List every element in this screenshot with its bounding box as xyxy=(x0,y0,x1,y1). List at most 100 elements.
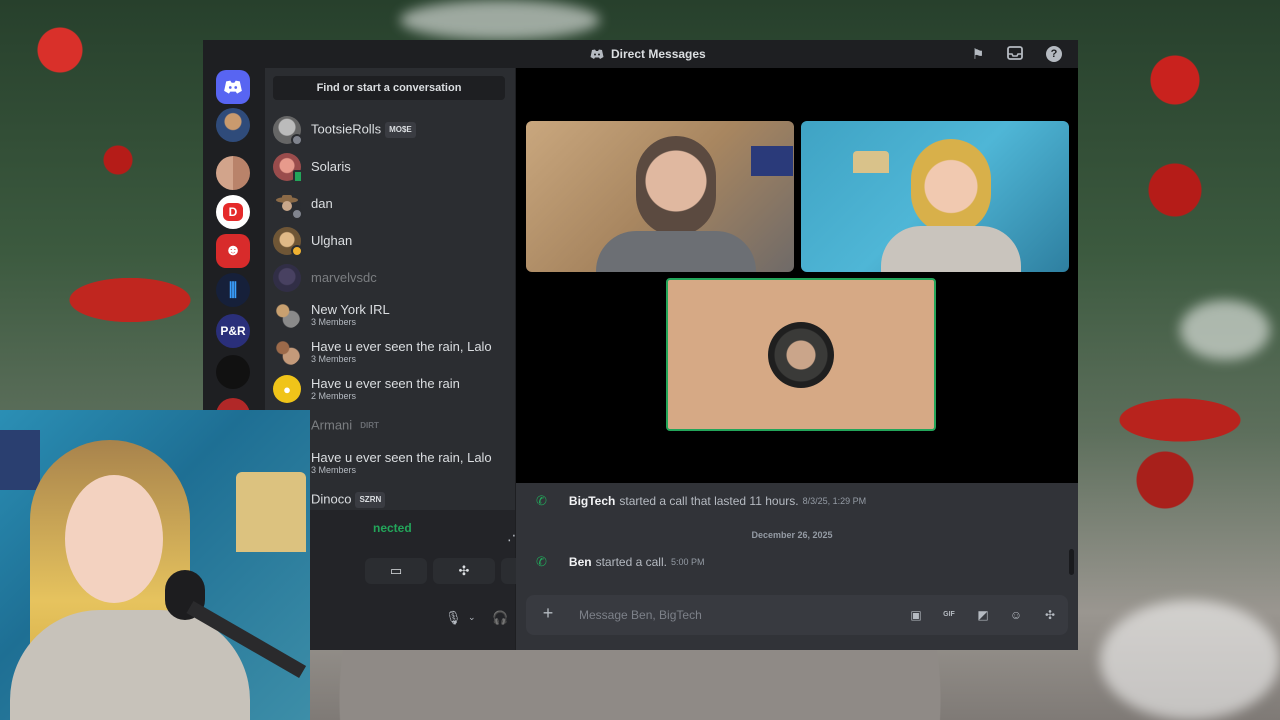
help-icon[interactable]: ? xyxy=(1046,46,1062,62)
lamp-image xyxy=(853,151,889,173)
background-decor xyxy=(1100,600,1280,720)
sticker-icon[interactable]: ◩ xyxy=(975,607,991,623)
server-icon[interactable]: ☻ xyxy=(216,234,250,268)
call-message: ✆ Ben started a call. 5:00 PM xyxy=(536,554,704,570)
video-tile-participant[interactable] xyxy=(801,121,1069,272)
message-text: started a call that lasted 11 hours. xyxy=(619,494,799,508)
member-count: 3 Members xyxy=(311,465,357,475)
server-icon[interactable] xyxy=(216,156,250,190)
dm-item-group[interactable]: ● Have u ever seen the rain 2 Members xyxy=(273,372,513,406)
devil-face-icon: ☻ xyxy=(224,242,242,259)
server-icon[interactable]: P&R xyxy=(216,314,250,348)
participant-head xyxy=(636,136,716,236)
screen-share-button[interactable]: ▭ xyxy=(365,558,427,584)
dm-name: Solaris xyxy=(311,159,351,174)
avatar xyxy=(273,264,301,292)
video-tile-bigtech[interactable] xyxy=(526,121,794,272)
voice-status: nected xyxy=(373,521,412,535)
clan-tag: DIRT xyxy=(360,421,379,430)
dm-name: Dinoco xyxy=(311,491,352,507)
member-count: 2 Members xyxy=(311,391,357,401)
participant-body xyxy=(881,226,1021,272)
scrollbar[interactable] xyxy=(1069,549,1074,575)
dm-name: Have u ever seen the rain, Lalo xyxy=(311,339,492,354)
server-icon[interactable] xyxy=(216,355,250,389)
discord-logo-icon xyxy=(224,80,242,94)
call-area xyxy=(516,68,1078,483)
flag-icon[interactable]: ⚑ xyxy=(970,46,986,62)
phone-icon: ✆ xyxy=(536,554,547,569)
microphone-icon[interactable]: 🎙 xyxy=(445,610,462,626)
status-dot xyxy=(291,208,303,220)
activities-button[interactable]: ✣ xyxy=(433,558,495,584)
dm-name: Armani xyxy=(311,417,353,433)
add-attachment-icon[interactable]: + xyxy=(540,604,556,622)
status-dot xyxy=(291,245,303,257)
clan-tag: SZRN xyxy=(355,492,386,508)
title-bar: Direct Messages ⚑ ? xyxy=(203,40,1078,68)
chevron-down-icon[interactable]: ⌄ xyxy=(468,612,476,623)
home-button[interactable] xyxy=(216,70,250,104)
server-icon[interactable]: D xyxy=(216,195,250,229)
discord-window: Direct Messages ⚑ ? D ☻ ⫼ P&R Find or st… xyxy=(203,40,1078,650)
message-input[interactable]: Message Ben, BigTech xyxy=(579,608,702,622)
message-author[interactable]: Ben xyxy=(569,555,592,569)
dm-name: TootsieRolls xyxy=(311,121,382,137)
monitor-image xyxy=(751,146,793,176)
dm-name: Ulghan xyxy=(311,233,353,248)
lamp-image xyxy=(236,472,306,552)
clan-tag: MO$E xyxy=(385,122,416,138)
group-icon: ● xyxy=(283,381,291,397)
participant-body xyxy=(596,231,756,272)
dm-name: Have u ever seen the rain xyxy=(311,376,460,391)
emoji-icon[interactable]: ☺ xyxy=(1008,607,1024,623)
dm-item-solaris[interactable]: Solaris xyxy=(273,150,513,184)
mobile-status-icon xyxy=(293,170,303,183)
group-avatar: ● xyxy=(273,375,301,403)
shelf-image xyxy=(0,430,40,490)
dm-item-dan[interactable]: dan xyxy=(273,187,513,221)
message-composer: + Message Ben, BigTech ▣ GIF ◩ ☺ ✣ xyxy=(526,595,1068,635)
status-dot xyxy=(291,134,303,146)
background-decor xyxy=(1180,300,1270,360)
search-conversation-button[interactable]: Find or start a conversation xyxy=(273,76,505,100)
gif-icon[interactable]: GIF xyxy=(941,607,957,623)
window-title-text: Direct Messages xyxy=(611,47,706,61)
group-avatar xyxy=(273,301,301,329)
window-title: Direct Messages xyxy=(590,47,706,61)
background-decor xyxy=(400,0,600,40)
message-timestamp: 8/3/25, 1:29 PM xyxy=(802,496,867,506)
inbox-icon[interactable] xyxy=(1007,46,1023,62)
gift-icon[interactable]: ▣ xyxy=(908,607,924,623)
avatar xyxy=(273,116,303,146)
server-d-icon: D xyxy=(222,203,244,221)
server-icon[interactable]: ⫼ xyxy=(216,273,250,307)
avatar xyxy=(273,227,303,257)
avatar xyxy=(273,153,303,183)
dm-item-marvelvsdc[interactable]: marvelvsdc xyxy=(273,261,513,295)
avatar xyxy=(273,190,303,220)
avatar-tile-ben[interactable] xyxy=(666,278,936,431)
person-face xyxy=(65,475,163,603)
dm-item-tootsierolls[interactable]: TootsieRolls MO$E xyxy=(273,113,513,147)
dm-name: dan xyxy=(311,196,333,211)
date-divider: December 26, 2025 xyxy=(751,530,833,540)
dm-name: marvelvsdc xyxy=(311,270,377,285)
headphones-icon[interactable]: 🎧 xyxy=(492,610,508,626)
server-icon[interactable] xyxy=(216,108,250,142)
webcam-overlay xyxy=(0,410,310,720)
message-author[interactable]: BigTech xyxy=(569,494,615,508)
dm-item-group[interactable]: New York IRL 3 Members xyxy=(273,298,513,332)
member-count: 3 Members xyxy=(311,317,357,327)
call-message: ✆ BigTech started a call that lasted 11 … xyxy=(536,493,866,509)
message-text: started a call. xyxy=(595,555,667,569)
chat-panel: ✆ BigTech started a call that lasted 11 … xyxy=(516,483,1078,650)
group-avatar xyxy=(273,338,301,366)
dm-item-ulghan[interactable]: Ulghan xyxy=(273,224,513,258)
dm-name: New York IRL xyxy=(311,302,390,317)
apps-icon[interactable]: ✣ xyxy=(1042,607,1058,623)
dm-name: Have u ever seen the rain, Lalo xyxy=(311,450,492,465)
dm-item-group[interactable]: Have u ever seen the rain, Lalo 3 Members xyxy=(273,335,513,369)
message-timestamp: 5:00 PM xyxy=(670,557,705,567)
avatar xyxy=(768,322,834,388)
